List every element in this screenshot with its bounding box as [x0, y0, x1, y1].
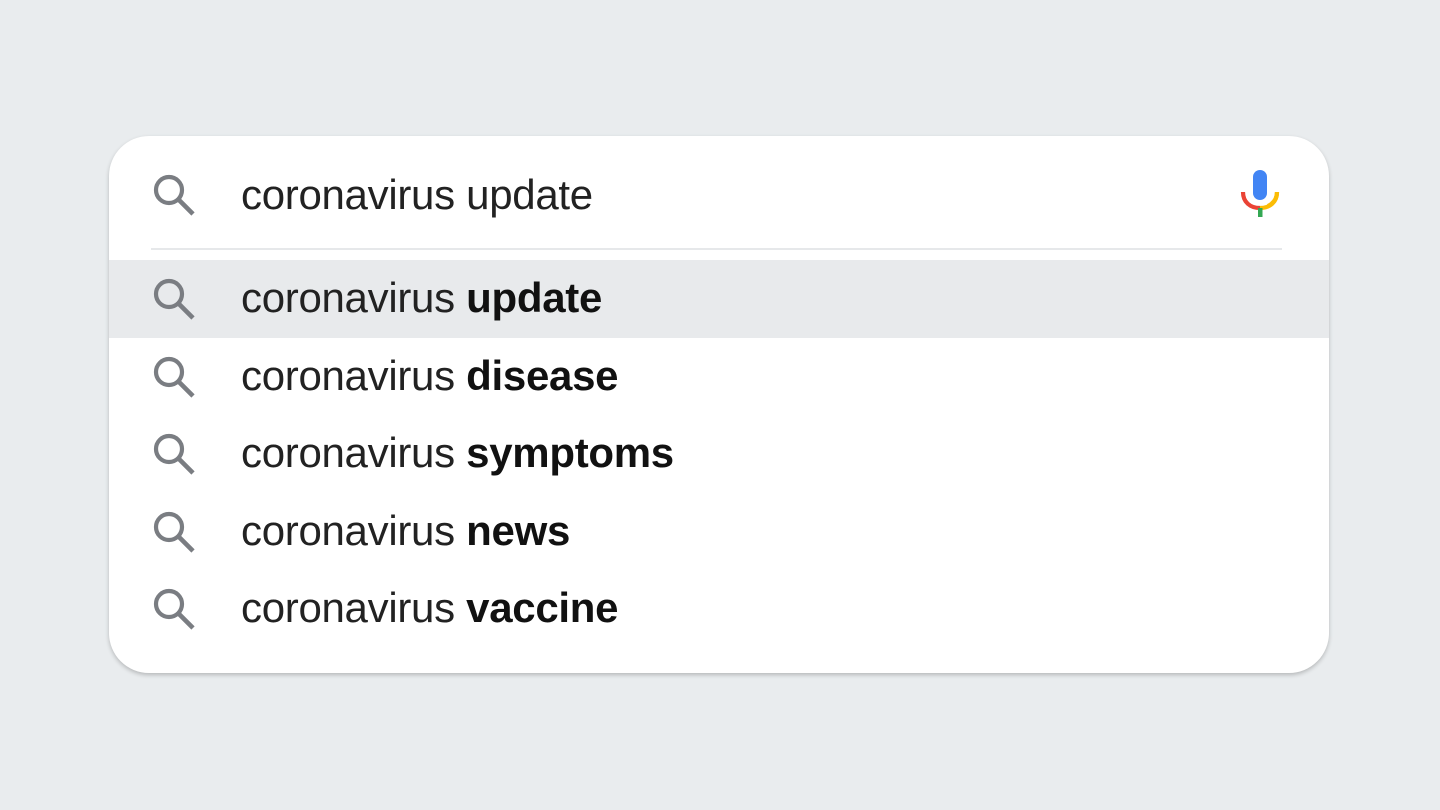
- suggestion-item[interactable]: coronavirus news: [109, 493, 1329, 571]
- search-bar: [109, 136, 1329, 250]
- search-input[interactable]: [241, 166, 1201, 224]
- search-icon: [151, 509, 197, 555]
- search-icon: [151, 431, 197, 477]
- microphone-icon[interactable]: [1237, 168, 1283, 224]
- suggestion-item[interactable]: coronavirus vaccine: [109, 570, 1329, 648]
- suggestion-prefix: coronavirus: [241, 429, 467, 476]
- search-icon: [151, 276, 197, 322]
- suggestion-completion: update: [466, 274, 603, 321]
- suggestion-prefix: coronavirus: [241, 351, 467, 399]
- suggestion-text: coronavirus vaccine: [241, 582, 619, 634]
- suggestion-list: coronavirus update coronavirus disease c…: [109, 260, 1329, 648]
- suggestion-text: coronavirus update: [241, 272, 602, 324]
- suggestion-completion: symptoms: [466, 429, 674, 476]
- search-icon: [151, 172, 197, 218]
- search-autocomplete-card: coronavirus update coronavirus disease c…: [109, 136, 1329, 673]
- suggestion-text: coronavirus news: [241, 505, 570, 557]
- search-icon: [151, 586, 197, 632]
- suggestion-text: coronavirus disease: [241, 350, 619, 402]
- search-icon: [151, 354, 197, 400]
- suggestion-text: coronavirus symptoms: [241, 427, 674, 479]
- suggestion-prefix: coronavirus: [241, 506, 467, 554]
- suggestion-completion: news: [466, 506, 571, 554]
- suggestion-completion: disease: [466, 351, 619, 399]
- suggestion-item[interactable]: coronavirus disease: [109, 338, 1329, 416]
- suggestion-item[interactable]: coronavirus symptoms: [109, 415, 1329, 493]
- suggestion-completion: vaccine: [466, 584, 619, 631]
- suggestion-prefix: coronavirus: [241, 274, 467, 321]
- suggestion-prefix: coronavirus: [241, 584, 467, 631]
- suggestion-item[interactable]: coronavirus update: [109, 260, 1329, 338]
- search-divider: [151, 248, 1282, 250]
